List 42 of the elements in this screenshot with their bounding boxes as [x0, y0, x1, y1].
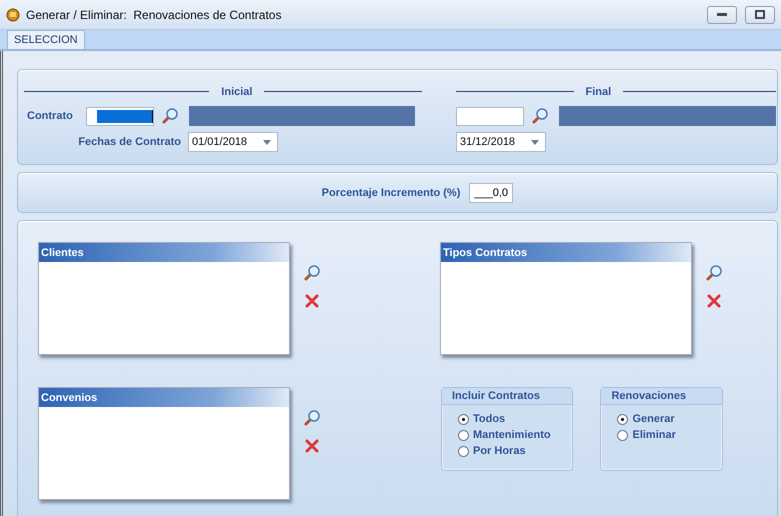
- caret-icon: [531, 140, 539, 144]
- radio-button[interactable]: [458, 430, 469, 440]
- app-icon: [6, 8, 20, 22]
- section-heading: Final: [586, 86, 612, 98]
- restore-icon: [755, 10, 765, 19]
- contract-field[interactable]: [456, 106, 524, 126]
- radio-button[interactable]: [617, 430, 628, 440]
- radio-button[interactable]: [617, 414, 628, 424]
- list-box[interactable]: Convenios: [38, 387, 290, 500]
- radio-option[interactable]: Por Horas: [458, 443, 572, 459]
- contract-field[interactable]: [86, 106, 154, 126]
- tab[interactable]: SELECCION: [7, 30, 85, 49]
- search-button[interactable]: [530, 107, 549, 125]
- field-label: Fechas de Contrato: [77, 136, 181, 148]
- radio-button[interactable]: [458, 414, 469, 424]
- list-box[interactable]: Tipos Contratos: [440, 242, 692, 355]
- minimize-icon: [717, 13, 727, 16]
- section-heading: Inicial: [221, 86, 252, 98]
- radio-button[interactable]: [458, 446, 469, 456]
- search-button[interactable]: [303, 409, 321, 427]
- percent-field[interactable]: ___0,0: [469, 182, 514, 202]
- list-title: Convenios: [39, 388, 289, 407]
- radio-option[interactable]: Eliminar: [617, 427, 722, 443]
- radio-option[interactable]: Mantenimiento: [458, 427, 572, 443]
- field-label: Contrato: [26, 110, 74, 122]
- date-field[interactable]: 31/12/2018: [456, 132, 546, 152]
- search-button[interactable]: [705, 264, 723, 282]
- minimize-button[interactable]: [707, 6, 737, 24]
- list-title: Tipos Contratos: [441, 243, 691, 262]
- group-title: Incluir Contratos: [442, 388, 572, 405]
- list-box[interactable]: Clientes: [38, 242, 290, 355]
- radio-option[interactable]: Todos: [458, 411, 572, 427]
- field-label: Porcentaje Incremento (%): [322, 186, 460, 198]
- date-field[interactable]: 01/01/2018: [188, 132, 278, 152]
- search-button[interactable]: [161, 107, 179, 125]
- caret-icon: [263, 140, 271, 144]
- restore-button[interactable]: [745, 6, 775, 24]
- search-button[interactable]: [303, 264, 321, 282]
- list-title: Clientes: [39, 243, 289, 262]
- radio-option[interactable]: Generar: [617, 411, 722, 427]
- group-title: Renovaciones: [601, 388, 722, 405]
- window-title: Generar / Eliminar: Renovaciones de Contratos: [26, 8, 282, 22]
